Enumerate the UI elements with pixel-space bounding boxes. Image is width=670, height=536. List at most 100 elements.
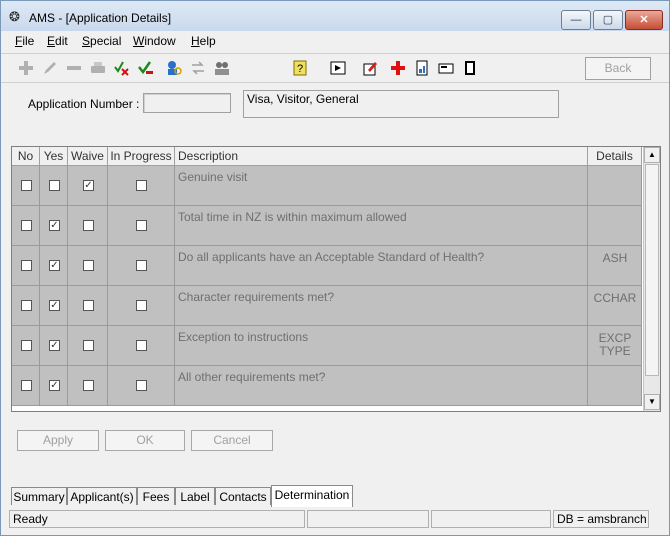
- checkbox-no[interactable]: [21, 180, 32, 191]
- checkbox-waive[interactable]: [83, 300, 94, 311]
- menu-edit[interactable]: Edit: [47, 34, 68, 48]
- search-person-icon: [168, 61, 182, 75]
- cell-details[interactable]: CCHAR: [588, 286, 642, 326]
- column-header-details[interactable]: Details: [588, 147, 642, 165]
- column-header-no[interactable]: No: [12, 147, 40, 165]
- add-button[interactable]: [15, 57, 37, 79]
- checkbox-waive[interactable]: [83, 220, 94, 231]
- checkbox-no[interactable]: [21, 380, 32, 391]
- checkbox-no[interactable]: [21, 260, 32, 271]
- search-person-button[interactable]: [163, 57, 185, 79]
- approve-button[interactable]: [135, 57, 157, 79]
- checkbox-yes[interactable]: ✓: [49, 340, 60, 351]
- cell-details[interactable]: EXCP TYPE: [588, 326, 642, 366]
- table-row[interactable]: ✓ Exception to instructions EXCP TYPE: [12, 326, 642, 366]
- checkbox-yes[interactable]: ✓: [49, 260, 60, 271]
- tab-determination[interactable]: Determination: [271, 485, 353, 507]
- checkbox-in-progress[interactable]: [136, 260, 147, 271]
- title-bar[interactable]: ❂ AMS - [Application Details] — ▢ ✕: [1, 1, 669, 31]
- checkbox-in-progress[interactable]: [136, 180, 147, 191]
- tab-summary[interactable]: Summary: [11, 487, 67, 505]
- status-panel-3: [431, 510, 551, 528]
- people-button[interactable]: [211, 57, 233, 79]
- close-button[interactable]: ✕: [625, 10, 663, 30]
- transfer-icon: [192, 61, 204, 75]
- table-row[interactable]: ✓ Total time in NZ is within maximum allo…: [12, 206, 642, 246]
- tab-label-tab[interactable]: Label: [175, 487, 215, 505]
- checkbox-in-progress[interactable]: [136, 220, 147, 231]
- application-number-field[interactable]: [143, 93, 231, 113]
- scroll-thumb[interactable]: [645, 164, 659, 376]
- checkbox-yes[interactable]: [49, 180, 60, 191]
- app-icon[interactable]: ❂: [9, 10, 23, 24]
- cell-description: Do all applicants have an Acceptable Sta…: [175, 246, 588, 286]
- transfer-button[interactable]: [187, 57, 209, 79]
- tab-applicants[interactable]: Applicant(s): [67, 487, 137, 505]
- notebook-button[interactable]: [459, 57, 481, 79]
- checkbox-waive[interactable]: ✓: [83, 180, 94, 191]
- checkbox-waive[interactable]: [83, 340, 94, 351]
- checkbox-no[interactable]: [21, 340, 32, 351]
- details-text: CCHAR: [593, 291, 637, 305]
- menu-help[interactable]: Help: [191, 34, 216, 48]
- scroll-down-button[interactable]: ▼: [644, 394, 660, 410]
- toolbar: ? Back: [1, 53, 669, 83]
- checkbox-in-progress[interactable]: [136, 380, 147, 391]
- application-type-field: Visa, Visitor, General: [243, 90, 559, 118]
- back-button[interactable]: Back: [585, 57, 651, 80]
- vertical-scrollbar[interactable]: ▲ ▼: [643, 147, 660, 411]
- menu-window[interactable]: Window: [133, 34, 176, 48]
- checkbox-yes[interactable]: ✓: [49, 380, 60, 391]
- checkbox-no[interactable]: [21, 220, 32, 231]
- checkbox-in-progress[interactable]: [136, 340, 147, 351]
- table-row[interactable]: ✓ Genuine visit: [12, 166, 642, 206]
- column-header-waive[interactable]: Waive: [68, 147, 108, 165]
- cell-in-progress: [108, 206, 175, 246]
- forward-button[interactable]: [327, 57, 349, 79]
- table-row[interactable]: ✓ All other requirements met?: [12, 366, 642, 406]
- print-button[interactable]: [87, 57, 109, 79]
- checkbox-yes[interactable]: ✓: [49, 220, 60, 231]
- checkbox-waive[interactable]: [83, 380, 94, 391]
- report-button[interactable]: [411, 57, 433, 79]
- cell-no: [12, 246, 40, 286]
- table-row[interactable]: ✓ Character requirements met? CCHAR: [12, 286, 642, 326]
- minimize-button[interactable]: —: [561, 10, 591, 30]
- medical-cross-icon: [391, 61, 405, 75]
- maximize-button[interactable]: ▢: [593, 10, 623, 30]
- cell-yes: ✓: [40, 246, 68, 286]
- cell-details[interactable]: [588, 366, 642, 406]
- notebook-icon: [465, 61, 475, 75]
- menu-file[interactable]: File: [15, 34, 34, 48]
- table-row[interactable]: ✓ Do all applicants have an Acceptable St…: [12, 246, 642, 286]
- cell-details[interactable]: [588, 166, 642, 206]
- scroll-up-button[interactable]: ▲: [644, 147, 660, 163]
- cell-details[interactable]: [588, 206, 642, 246]
- cell-no: [12, 166, 40, 206]
- cell-details[interactable]: ASH: [588, 246, 642, 286]
- ok-button[interactable]: OK: [105, 430, 185, 451]
- remove-button[interactable]: [63, 57, 85, 79]
- column-header-description[interactable]: Description: [175, 147, 588, 165]
- column-header-yes[interactable]: Yes: [40, 147, 68, 165]
- menu-special[interactable]: Special: [82, 34, 121, 48]
- tab-label: Determination: [274, 488, 350, 502]
- cell-yes: ✓: [40, 326, 68, 366]
- column-header-in-progress[interactable]: In Progress: [108, 147, 175, 165]
- cell-waive: [68, 246, 108, 286]
- document-edit-button[interactable]: [359, 57, 381, 79]
- tab-fees[interactable]: Fees: [137, 487, 175, 505]
- checkbox-yes[interactable]: ✓: [49, 300, 60, 311]
- card-button[interactable]: [435, 57, 457, 79]
- checkbox-in-progress[interactable]: [136, 300, 147, 311]
- document-edit-icon: [363, 62, 377, 76]
- apply-button[interactable]: Apply: [17, 430, 99, 451]
- checkbox-waive[interactable]: [83, 260, 94, 271]
- approve-reject-button[interactable]: [111, 57, 133, 79]
- help-button[interactable]: ?: [289, 57, 311, 79]
- checkbox-no[interactable]: [21, 300, 32, 311]
- edit-button[interactable]: [39, 57, 61, 79]
- medical-button[interactable]: [387, 57, 409, 79]
- cancel-button[interactable]: Cancel: [191, 430, 273, 451]
- tab-contacts[interactable]: Contacts: [215, 487, 271, 505]
